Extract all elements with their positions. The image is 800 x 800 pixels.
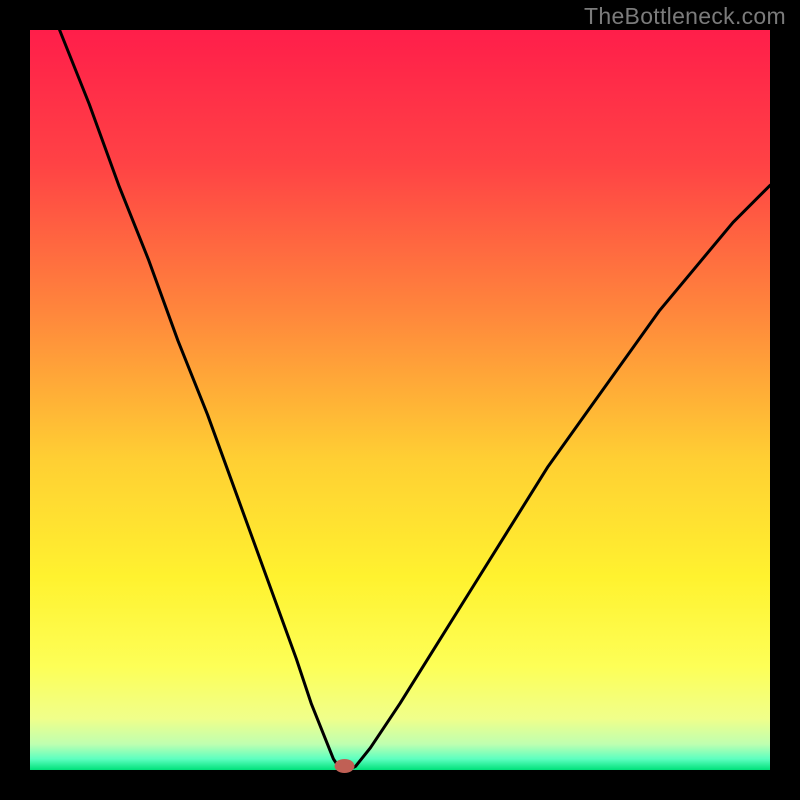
optimum-marker xyxy=(335,759,355,773)
bottleneck-plot xyxy=(0,0,800,800)
watermark-text: TheBottleneck.com xyxy=(584,3,786,30)
chart-frame: TheBottleneck.com xyxy=(0,0,800,800)
gradient-background xyxy=(30,30,770,770)
